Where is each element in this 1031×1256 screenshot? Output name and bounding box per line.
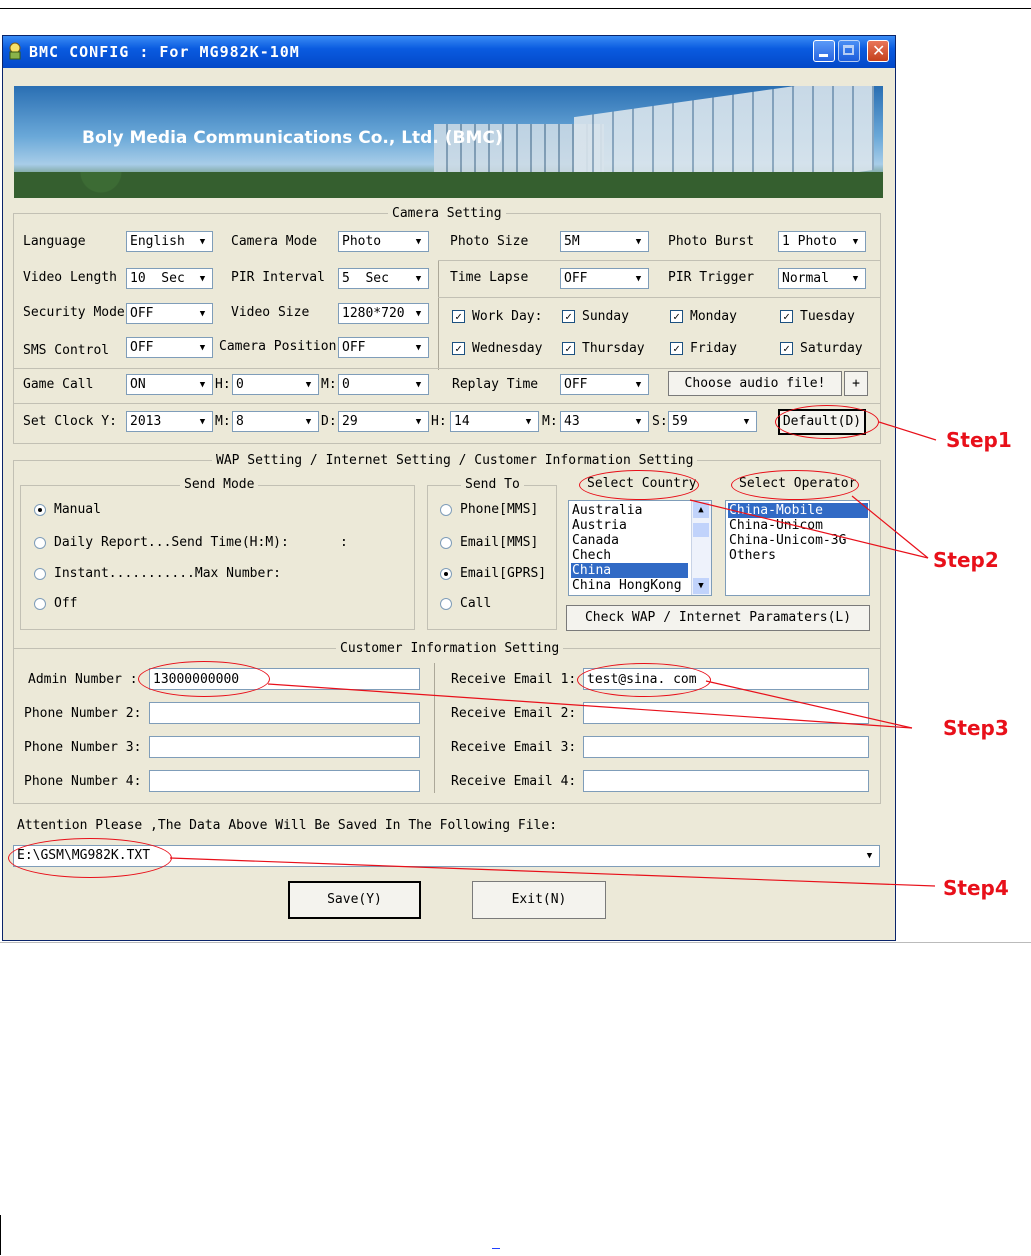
step3-label: Step3 bbox=[943, 716, 1009, 740]
page-footer-mark bbox=[492, 1248, 500, 1249]
step1-label: Step1 bbox=[946, 428, 1012, 452]
step2-label: Step2 bbox=[933, 548, 999, 572]
annotation-leader-lines bbox=[169, 421, 937, 887]
margin-mark bbox=[0, 1215, 1, 1255]
step4-label: Step4 bbox=[943, 876, 1009, 900]
